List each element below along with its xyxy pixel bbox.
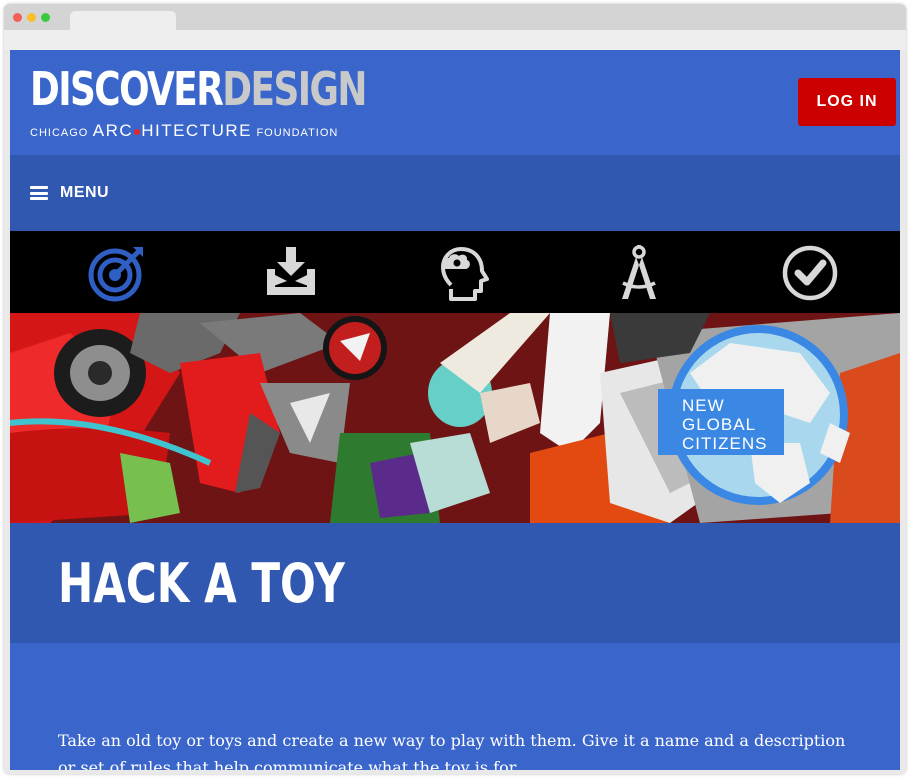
compass-drafting-icon[interactable] xyxy=(609,243,669,303)
login-button[interactable]: LOG IN xyxy=(798,78,896,126)
badge-line-3: CITIZENS xyxy=(682,434,768,453)
browser-toolbar xyxy=(4,30,906,50)
head-idea-icon[interactable] xyxy=(435,243,495,303)
hero-image: NEW GLOBAL CITIZENS xyxy=(10,313,900,523)
browser-titlebar xyxy=(4,4,906,31)
badge-line-1: NEW xyxy=(682,396,725,415)
logo-wordmark: DISCOVERDESIGN xyxy=(30,62,367,116)
menu-button[interactable]: MENU xyxy=(30,179,109,207)
download-tray-icon[interactable] xyxy=(261,243,321,303)
page-viewport: DISCOVERDESIGN CHICAGO ARC HITECTURE FOUN… xyxy=(10,50,900,770)
close-window-button[interactable] xyxy=(13,13,22,22)
logo-subtitle: CHICAGO ARC HITECTURE FOUNDATION xyxy=(30,120,338,144)
logo-word-design: DESIGN xyxy=(222,62,367,116)
title-band: HACK A TOY xyxy=(10,523,900,643)
minimize-window-button[interactable] xyxy=(27,13,36,22)
logo-red-dot xyxy=(134,129,141,135)
logo-sub-hitecture: HITECTURE xyxy=(141,121,252,140)
design-steps-bar xyxy=(10,231,900,313)
logo-sub-foundation: FOUNDATION xyxy=(256,127,339,139)
menu-bar: MENU xyxy=(10,155,900,231)
hamburger-icon xyxy=(30,186,48,200)
browser-tab[interactable] xyxy=(70,11,176,31)
maximize-window-button[interactable] xyxy=(41,13,50,22)
menu-label: MENU xyxy=(60,184,110,201)
intro-paragraph: Take an old toy or toys and create a new… xyxy=(58,731,846,770)
badge-line-2: GLOBAL xyxy=(682,415,757,434)
new-global-citizens-badge: NEW GLOBAL CITIZENS xyxy=(682,396,767,453)
checkmark-circle-icon[interactable] xyxy=(780,243,840,303)
logo-sub-arc: ARC xyxy=(92,121,134,140)
page-title: HACK A TOY xyxy=(58,552,345,615)
site-logo[interactable]: DISCOVERDESIGN CHICAGO ARC HITECTURE FOUN… xyxy=(30,62,375,146)
logo-word-discover: DISCOVER xyxy=(30,62,224,116)
site-header: DISCOVERDESIGN CHICAGO ARC HITECTURE FOUN… xyxy=(10,50,900,155)
target-icon[interactable] xyxy=(87,243,147,303)
content-section: Take an old toy or toys and create a new… xyxy=(10,643,900,770)
logo-sub-chicago: CHICAGO xyxy=(30,127,89,139)
browser-window: DISCOVERDESIGN CHICAGO ARC HITECTURE FOUN… xyxy=(4,4,906,774)
